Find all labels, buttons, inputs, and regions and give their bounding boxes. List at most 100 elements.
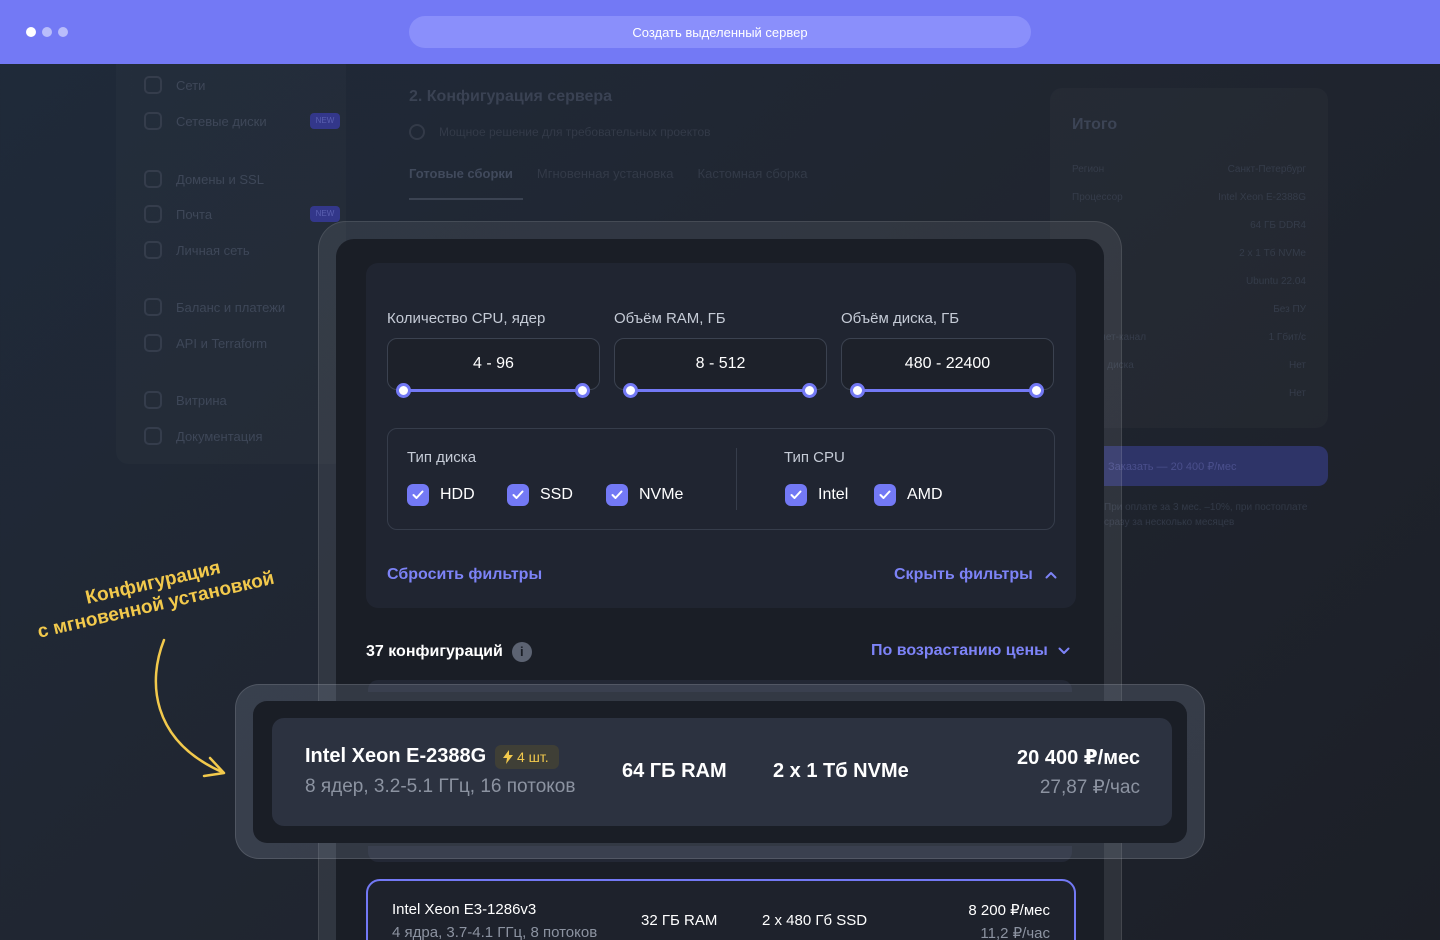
cpu-details: 4 ядра, 3.7-4.1 ГГц, 8 потоков xyxy=(392,924,598,940)
new-badge: NEW xyxy=(310,206,340,222)
check-icon[interactable] xyxy=(407,484,429,506)
instant-badge: 4 шт. xyxy=(495,745,559,769)
cpu-name: Intel Xeon E-2388G xyxy=(305,745,487,767)
price-hour: 11,2 ₽/час xyxy=(980,925,1050,940)
cpu-range-label: Количество CPU, ядер xyxy=(387,310,546,327)
tab-instant[interactable]: Мгновенная установка xyxy=(537,166,674,181)
cpu-type-label: Тип CPU xyxy=(784,449,845,466)
order-note: При оплате за 3 мес. –10%, при постоплат… xyxy=(1104,502,1308,528)
hide-filters-link[interactable]: Скрыть фильтры xyxy=(894,566,1057,584)
check-icon[interactable] xyxy=(507,484,529,506)
checkbox-amd[interactable]: AMD xyxy=(874,484,943,506)
checkbox-label: NVMe xyxy=(639,486,684,503)
sidebar-item-label: Почта xyxy=(176,206,213,222)
window-controls xyxy=(26,27,68,37)
price-month: 20 400 ₽/мес xyxy=(1017,747,1140,769)
ram-min-handle[interactable] xyxy=(623,383,638,398)
new-badge: NEW xyxy=(310,113,340,129)
disk-max-handle[interactable] xyxy=(1029,383,1044,398)
sidebar-item-label: API и Terraform xyxy=(176,335,268,351)
sidebar-item[interactable]: Витрина xyxy=(144,391,227,409)
chevron-down-icon xyxy=(1058,647,1070,654)
sidebar-item[interactable]: Личная сеть xyxy=(144,241,250,259)
ram-range-label: Объём RAM, ГБ xyxy=(614,310,726,327)
sidebar-item-label: Сетевые диски xyxy=(176,113,267,129)
radio-icon[interactable] xyxy=(409,124,425,140)
ram-spec: 32 ГБ RAM xyxy=(641,912,718,929)
checkbox-group-box xyxy=(387,428,1055,530)
checkbox-label: AMD xyxy=(907,486,943,503)
sort-label: По возрастанию цены xyxy=(871,642,1048,659)
doc-icon xyxy=(144,427,162,445)
ram-spec: 64 ГБ RAM xyxy=(622,760,727,782)
tab-indicator xyxy=(409,198,523,200)
sidebar-item[interactable]: API и Terraform xyxy=(144,334,267,352)
section-subtitle-text: Мощное решение для требовательных проект… xyxy=(439,125,711,139)
sidebar-item-label: Личная сеть xyxy=(176,242,250,258)
check-icon[interactable] xyxy=(785,484,807,506)
ram-max-handle[interactable] xyxy=(802,383,817,398)
cpu-max-handle[interactable] xyxy=(575,383,590,398)
disk-min-handle[interactable] xyxy=(850,383,865,398)
tab-ready[interactable]: Готовые сборки xyxy=(409,166,513,181)
disk-range-label: Объём диска, ГБ xyxy=(841,310,960,327)
section-subtitle: Мощное решение для требовательных проект… xyxy=(409,124,711,140)
reset-filters-link[interactable]: Сбросить фильтры xyxy=(387,566,542,584)
chevron-up-icon xyxy=(1045,572,1057,579)
lan-icon xyxy=(144,241,162,259)
price-hour: 27,87 ₽/час xyxy=(1039,777,1140,798)
disk-range-track[interactable] xyxy=(858,389,1037,392)
price-month: 8 200 ₽/мес xyxy=(968,902,1050,919)
address-bar[interactable]: Создать выделенный сервер xyxy=(409,16,1031,48)
sidebar-item-label: Витрина xyxy=(176,392,227,408)
sidebar-item-label: Домены и SSL xyxy=(176,171,264,187)
summary-title: Итого xyxy=(1072,116,1118,133)
store-icon xyxy=(144,391,162,409)
disk-icon xyxy=(144,112,162,130)
checkbox-ssd[interactable]: SSD xyxy=(507,484,573,506)
sidebar: Сети Сетевые диски NEW Домены и SSL Почт… xyxy=(116,64,346,464)
cpu-range-field[interactable]: 4 - 96 xyxy=(387,338,600,390)
sidebar-item[interactable]: Документация xyxy=(144,427,263,445)
annotation-arrow-icon xyxy=(154,638,226,778)
checkbox-label: HDD xyxy=(440,486,475,503)
disk-type-label: Тип диска xyxy=(407,449,477,466)
window-dot-icon[interactable] xyxy=(26,27,36,37)
summary-row: Процессор Intel Xeon E-2388G xyxy=(1072,192,1306,203)
tabs: Готовые сборки Мгновенная установка Каст… xyxy=(409,166,807,181)
sidebar-item[interactable]: Сетевые диски xyxy=(144,112,267,130)
sidebar-item[interactable]: Домены и SSL xyxy=(144,170,264,188)
hide-filters-label: Скрыть фильтры xyxy=(894,566,1033,583)
window-dot-icon[interactable] xyxy=(58,27,68,37)
sidebar-item-label: Сети xyxy=(176,77,206,93)
cpu-range-track[interactable] xyxy=(404,389,583,392)
cpu-min-handle[interactable] xyxy=(396,383,411,398)
wallet-icon xyxy=(144,298,162,316)
checkbox-nvme[interactable]: NVMe xyxy=(606,484,683,506)
check-icon[interactable] xyxy=(874,484,896,506)
disk-spec: 2 x 480 Гб SSD xyxy=(762,912,868,929)
ram-range-field[interactable]: 8 - 512 xyxy=(614,338,827,390)
checkbox-hdd[interactable]: HDD xyxy=(407,484,475,506)
network-icon xyxy=(144,76,162,94)
cpu-name: Intel Xeon E3-1286v3 xyxy=(392,901,537,918)
tab-custom[interactable]: Кастомная сборка xyxy=(698,166,808,181)
mail-icon xyxy=(144,205,162,223)
disk-range-field[interactable]: 480 - 22400 xyxy=(841,338,1054,390)
sidebar-item[interactable]: Сети xyxy=(144,76,205,94)
checkbox-label: Intel xyxy=(818,486,849,503)
sidebar-item[interactable]: Почта xyxy=(144,205,212,223)
info-icon[interactable]: i xyxy=(511,642,532,662)
sidebar-item-label: Документация xyxy=(176,428,263,444)
ram-range-track[interactable] xyxy=(631,389,810,392)
sidebar-item[interactable]: Баланс и платежи xyxy=(144,298,285,316)
checkbox-label: SSD xyxy=(540,486,573,503)
lightning-icon xyxy=(503,750,513,764)
sort-dropdown[interactable]: По возрастанию цены xyxy=(871,642,1070,660)
checkbox-intel[interactable]: Intel xyxy=(785,484,848,506)
browser-topbar: Создать выделенный сервер xyxy=(0,0,1440,64)
check-icon[interactable] xyxy=(606,484,628,506)
badge-text: 4 шт. xyxy=(517,749,549,765)
sidebar-item-label: Баланс и платежи xyxy=(176,299,286,315)
window-dot-icon[interactable] xyxy=(42,27,52,37)
